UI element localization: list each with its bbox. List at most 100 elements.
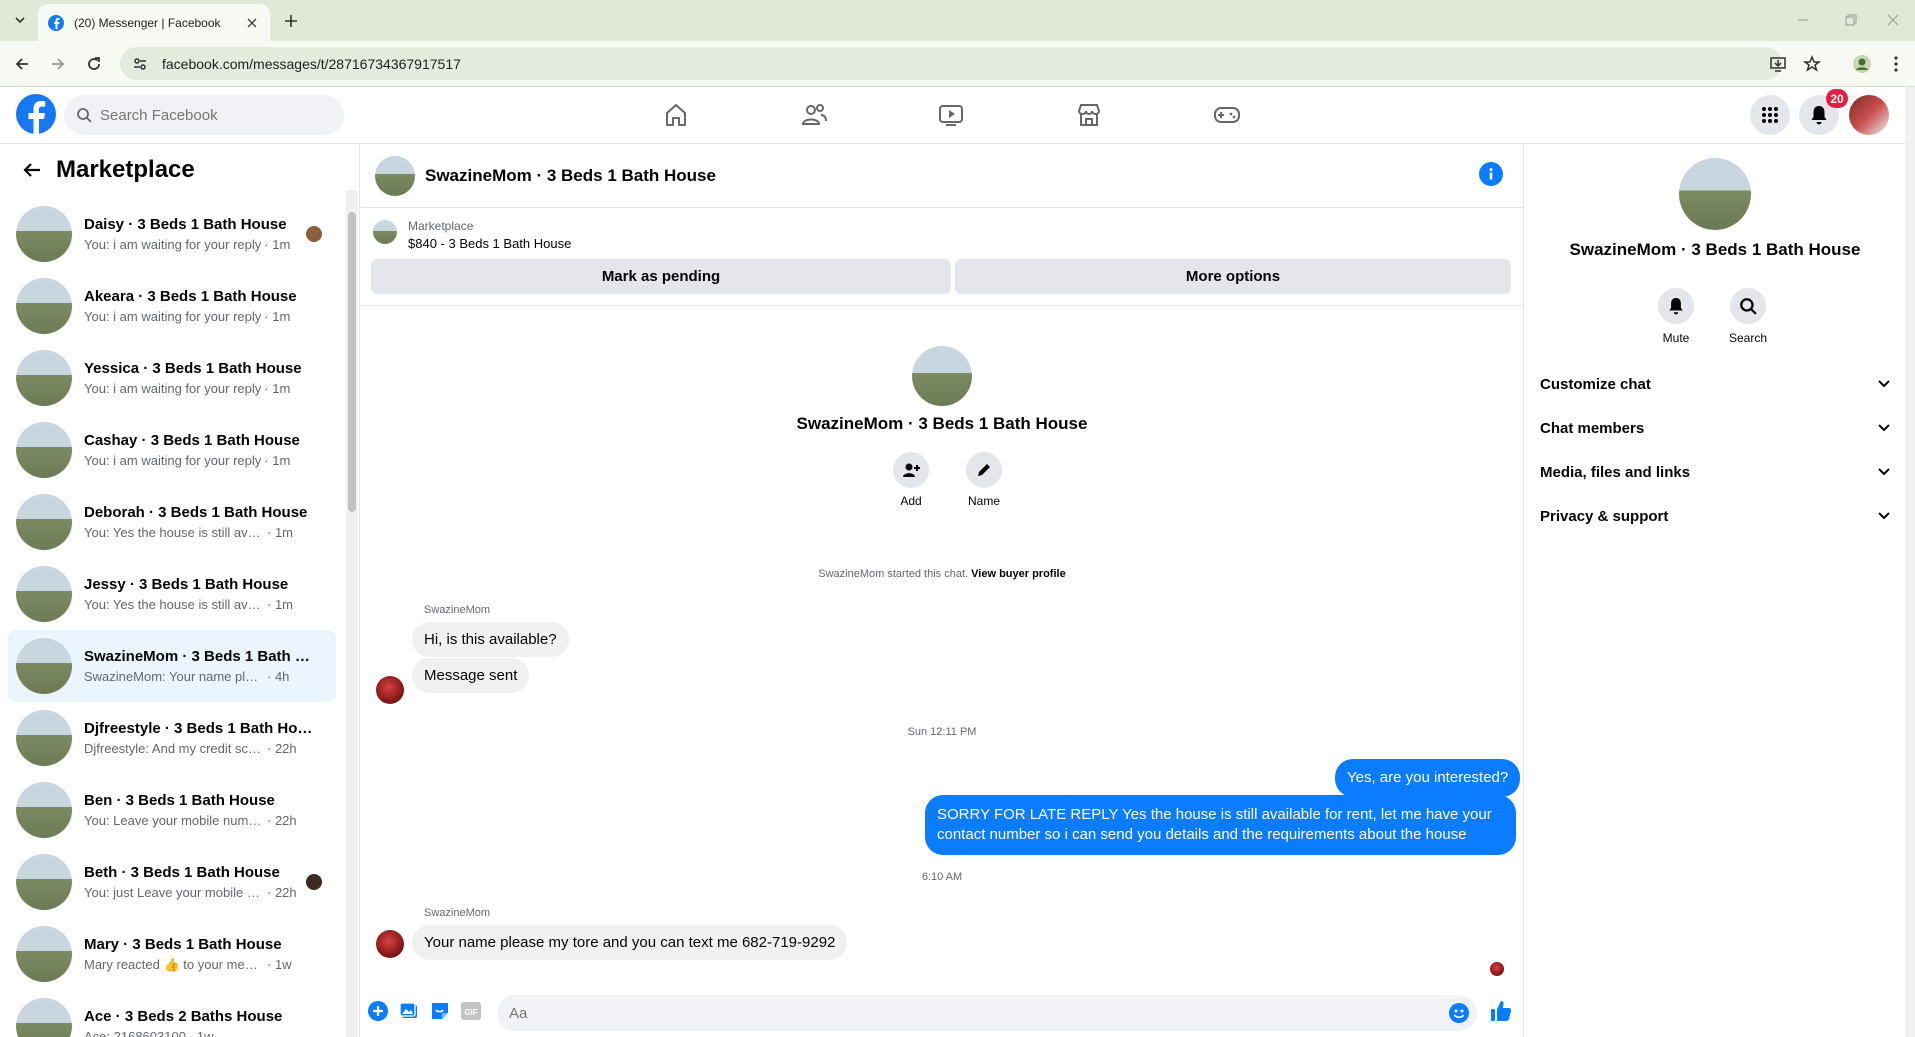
nav-gaming[interactable] — [1207, 95, 1247, 135]
nav-marketplace[interactable] — [1069, 95, 1109, 135]
browser-profile-button[interactable] — [1848, 50, 1876, 78]
media-files-links-row[interactable]: Media, files and links — [1540, 452, 1890, 492]
chat-members-row[interactable]: Chat members — [1540, 408, 1890, 448]
incoming-message[interactable]: Your name please my tore and you can tex… — [412, 925, 848, 960]
conversation-text: Akeara · 3 Beds 1 Bath House You: i am wa… — [84, 288, 314, 324]
section-label: Media, files and links — [1540, 463, 1691, 481]
arrow-left-icon — [15, 58, 28, 70]
search-icon — [1730, 288, 1766, 324]
incoming-message[interactable]: Message sent — [412, 658, 530, 693]
details-name: SwazineMom · 3 Beds 1 Bath House — [1569, 240, 1861, 259]
conversation-item[interactable]: Mary · 3 Beds 1 Bath House Mary reacted 👍… — [8, 918, 336, 990]
install-icon — [1770, 57, 1786, 72]
facebook-logo[interactable] — [16, 94, 56, 134]
conversation-item[interactable]: Ben · 3 Beds 1 Bath House You: Leave your… — [8, 774, 336, 846]
forward-button[interactable] — [44, 50, 72, 78]
bookmark-button[interactable] — [1798, 50, 1826, 78]
conversation-item[interactable]: Cashay · 3 Beds 1 Bath House You: i am wa… — [8, 414, 336, 486]
conversation-snippet-row: You: Yes the house is still available ..… — [84, 525, 314, 540]
conversation-info-button[interactable] — [1479, 162, 1503, 186]
outgoing-message[interactable]: Yes, are you interested? — [1335, 759, 1521, 797]
conversation-item[interactable]: Djfreestyle · 3 Beds 1 Bath House Djfrees… — [8, 702, 336, 774]
message-input-box[interactable] — [497, 995, 1477, 1031]
restore-window-button[interactable] — [1838, 8, 1864, 32]
reload-button[interactable] — [80, 50, 108, 78]
emoji-button[interactable] — [1449, 1003, 1469, 1023]
marketplace-listing-card: Marketplace $840 - 3 Beds 1 Bath House M… — [361, 208, 1523, 306]
privacy-support-row[interactable]: Privacy & support — [1540, 496, 1890, 536]
conversation-item[interactable]: Yessica · 3 Beds 1 Bath House You: i am w… — [8, 342, 336, 414]
conversation-item[interactable]: SwazineMom · 3 Beds 1 Bath Ho... SwazineM… — [8, 630, 336, 702]
customize-chat-row[interactable]: Customize chat — [1540, 364, 1890, 404]
new-tab-button[interactable] — [280, 10, 302, 32]
sidebar-back-button[interactable] — [14, 152, 50, 188]
sticker-button[interactable] — [429, 1000, 451, 1022]
sidebar-header: Marketplace — [0, 144, 359, 196]
outgoing-message[interactable]: SORRY FOR LATE REPLY Yes the house is st… — [925, 795, 1516, 855]
install-app-button[interactable] — [1764, 50, 1792, 78]
mute-action[interactable]: Mute — [1646, 288, 1706, 345]
conversation-item[interactable]: Ace · 3 Beds 2 Baths House Ace: 216860310… — [8, 990, 336, 1037]
search-in-conversation-action[interactable]: Search — [1718, 288, 1778, 345]
address-bar[interactable]: facebook.com/messages/t/2871673436791751… — [120, 47, 1782, 80]
house-thumbnail — [16, 278, 72, 334]
intro-name: SwazineMom · 3 Beds 1 Bath House — [796, 414, 1088, 433]
conversation-time: · 1m — [267, 525, 293, 540]
menu-button[interactable] — [1750, 95, 1790, 135]
conversation-name: Akeara · 3 Beds 1 Bath House — [84, 288, 297, 305]
add-people-action[interactable]: Add — [881, 452, 941, 508]
conversation-text: Daisy · 3 Beds 1 Bath House You: i am wai… — [84, 216, 314, 252]
send-like-button[interactable] — [1490, 1000, 1512, 1022]
notification-badge: 20 — [1826, 89, 1848, 108]
search-icon — [77, 108, 92, 123]
more-options-button[interactable]: More options — [955, 259, 1511, 294]
mute-label: Mute — [1662, 331, 1690, 345]
intro-avatar[interactable] — [912, 346, 972, 406]
conversation-item[interactable]: Daisy · 3 Beds 1 Bath House You: i am wai… — [8, 198, 336, 270]
close-window-button[interactable] — [1880, 8, 1906, 32]
seen-avatar — [306, 874, 322, 890]
sender-avatar[interactable] — [376, 930, 404, 958]
nav-home[interactable] — [656, 95, 696, 135]
mark-as-pending-button[interactable]: Mark as pending — [371, 259, 951, 294]
browser-toolbar: facebook.com/messages/t/2871673436791751… — [0, 41, 1915, 87]
tab-search-button[interactable] — [8, 8, 32, 32]
account-avatar[interactable] — [1849, 95, 1889, 135]
user-icon — [1853, 55, 1871, 73]
incoming-message[interactable]: Hi, is this available? — [412, 622, 569, 657]
smiley-icon — [1449, 1003, 1469, 1023]
sidebar-scrollbar[interactable] — [346, 190, 358, 1037]
view-buyer-profile-link[interactable]: View buyer profile — [971, 568, 1066, 580]
back-button[interactable] — [8, 50, 36, 78]
conversation-item[interactable]: Akeara · 3 Beds 1 Bath House You: i am wa… — [8, 270, 336, 342]
nav-friends[interactable] — [794, 95, 834, 135]
conversation-snippet-row: You: i am waiting for your reply · 1m — [84, 309, 314, 324]
attach-photo-button[interactable] — [398, 1000, 420, 1022]
listing-title[interactable]: $840 - 3 Beds 1 Bath House — [408, 236, 571, 251]
details-avatar[interactable] — [1679, 158, 1751, 230]
message-input[interactable] — [509, 1004, 1409, 1022]
scrollbar-thumb[interactable] — [348, 212, 356, 512]
search-input[interactable] — [100, 106, 320, 124]
browser-tab[interactable]: (20) Messenger | Facebook — [38, 4, 270, 41]
gif-button[interactable]: GIF — [460, 1000, 482, 1022]
conversation-time: · 1m — [267, 597, 293, 612]
facebook-search[interactable] — [64, 95, 344, 135]
page-scrollbar[interactable] — [1905, 87, 1915, 1037]
conversation-snippet-row: You: just Leave your mobile nu... · 22h — [84, 885, 314, 900]
listing-thumbnail[interactable] — [373, 220, 397, 244]
nav-watch[interactable] — [931, 95, 971, 135]
sender-avatar[interactable] — [376, 676, 404, 704]
close-tab-icon[interactable] — [244, 15, 260, 31]
chat-title[interactable]: SwazineMom · 3 Beds 1 Bath House — [425, 166, 716, 186]
chat-avatar[interactable] — [375, 155, 415, 196]
conversation-item[interactable]: Deborah · 3 Beds 1 Bath House You: Yes th… — [8, 486, 336, 558]
conversation-item[interactable]: Jessy · 3 Beds 1 Bath House You: Yes the … — [8, 558, 336, 630]
minimize-window-button[interactable] — [1790, 8, 1816, 32]
name-chat-action[interactable]: Name — [954, 452, 1014, 508]
conversation-item[interactable]: Beth · 3 Beds 1 Bath House You: just Leav… — [8, 846, 336, 918]
more-actions-button[interactable] — [367, 1000, 389, 1022]
browser-menu-button[interactable] — [1882, 50, 1910, 78]
conversation-time: · 1m — [264, 237, 291, 252]
conversation-text: SwazineMom · 3 Beds 1 Bath Ho... SwazineM… — [84, 648, 314, 684]
